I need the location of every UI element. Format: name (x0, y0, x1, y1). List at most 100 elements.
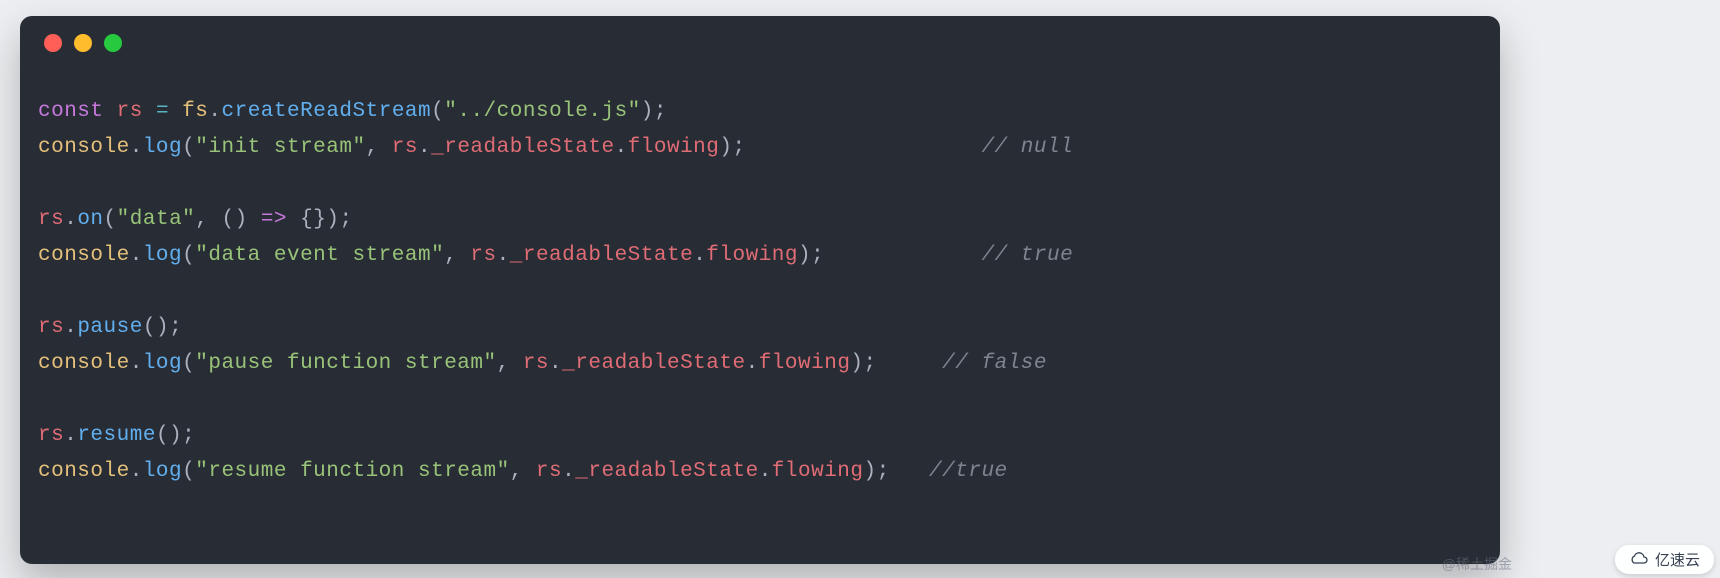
fn-log: log (143, 244, 182, 267)
traffic-lights (44, 34, 122, 52)
dot: . (497, 244, 510, 267)
obj-fs: fs (182, 100, 208, 123)
comment-true2: //true (929, 460, 1008, 483)
var-rs: rs (470, 244, 496, 267)
dot: . (130, 460, 143, 483)
pad (746, 136, 982, 159)
prop-readableState: _readableState (575, 460, 758, 483)
prop-flowing: flowing (706, 244, 798, 267)
paren-close: ) (798, 244, 811, 267)
paren-close: ) (156, 316, 169, 339)
paren-open: ( (431, 100, 444, 123)
fn-createReadStream: createReadStream (222, 100, 432, 123)
obj-console: console (38, 460, 130, 483)
dot: . (208, 100, 221, 123)
close-icon[interactable] (44, 34, 62, 52)
prop-flowing: flowing (628, 136, 720, 159)
paren-close: ) (235, 208, 248, 231)
paren-close: ) (719, 136, 732, 159)
dot: . (130, 136, 143, 159)
var-rs: rs (117, 100, 143, 123)
fn-on: on (77, 208, 103, 231)
obj-console: console (38, 244, 130, 267)
dot: . (693, 244, 706, 267)
str-resume: "resume function stream" (195, 460, 509, 483)
minimize-icon[interactable] (74, 34, 92, 52)
semicolon: ; (877, 460, 890, 483)
str-init: "init stream" (195, 136, 365, 159)
prop-readableState: _readableState (510, 244, 693, 267)
paren-open: ( (182, 244, 195, 267)
pad (890, 460, 929, 483)
str-pause: "pause function stream" (195, 352, 496, 375)
comment-null: // null (981, 136, 1073, 159)
fn-pause: pause (77, 316, 143, 339)
paren-open: ( (156, 424, 169, 447)
obj-console: console (38, 136, 130, 159)
fn-log: log (143, 136, 182, 159)
dot: . (746, 352, 759, 375)
var-rs: rs (536, 460, 562, 483)
paren-close: ) (641, 100, 654, 123)
comment-false: // false (942, 352, 1047, 375)
space (287, 208, 300, 231)
space (457, 244, 470, 267)
comma: , (510, 460, 523, 483)
code-window: const rs = fs.createReadStream("../conso… (20, 16, 1500, 564)
semicolon: ; (182, 424, 195, 447)
paren-open: ( (104, 208, 117, 231)
comma: , (366, 136, 379, 159)
fn-log: log (143, 352, 182, 375)
prop-readableState: _readableState (431, 136, 614, 159)
cloud-icon (1629, 551, 1649, 569)
space (523, 460, 536, 483)
var-rs: rs (38, 208, 64, 231)
str-path: "../console.js" (444, 100, 641, 123)
str-data: "data" (117, 208, 196, 231)
comma: , (497, 352, 510, 375)
comma: , (444, 244, 457, 267)
dot: . (64, 208, 77, 231)
prop-flowing: flowing (759, 352, 851, 375)
pad (824, 244, 981, 267)
space (510, 352, 523, 375)
watermark-label: 亿速云 (1655, 549, 1700, 570)
dot: . (549, 352, 562, 375)
pad (877, 352, 943, 375)
brace-close: } (313, 208, 326, 231)
dot: . (64, 316, 77, 339)
dot: . (615, 136, 628, 159)
paren-open: ( (143, 316, 156, 339)
arrow: => (261, 208, 287, 231)
dot: . (759, 460, 772, 483)
dot: . (64, 424, 77, 447)
dot: . (130, 244, 143, 267)
var-rs: rs (38, 316, 64, 339)
watermark-yisu: 亿速云 (1615, 545, 1714, 574)
var-rs: rs (38, 424, 64, 447)
obj-console: console (38, 352, 130, 375)
paren-close: ) (864, 460, 877, 483)
paren-open: ( (182, 460, 195, 483)
space (208, 208, 221, 231)
semicolon: ; (733, 136, 746, 159)
window-titlebar (20, 16, 1500, 70)
var-rs: rs (523, 352, 549, 375)
watermark-juejin: @稀土掘金 (1442, 554, 1512, 574)
prop-flowing: flowing (772, 460, 864, 483)
semicolon: ; (339, 208, 352, 231)
fn-log: log (143, 460, 182, 483)
paren-open: ( (182, 136, 195, 159)
semicolon: ; (811, 244, 824, 267)
comment-true: // true (981, 244, 1073, 267)
zoom-icon[interactable] (104, 34, 122, 52)
prop-readableState: _readableState (562, 352, 745, 375)
keyword-const: const (38, 100, 104, 123)
str-dataevt: "data event stream" (195, 244, 444, 267)
comma: , (195, 208, 208, 231)
var-rs: rs (392, 136, 418, 159)
op-eq: = (156, 100, 169, 123)
dot: . (562, 460, 575, 483)
dot: . (130, 352, 143, 375)
space (248, 208, 261, 231)
